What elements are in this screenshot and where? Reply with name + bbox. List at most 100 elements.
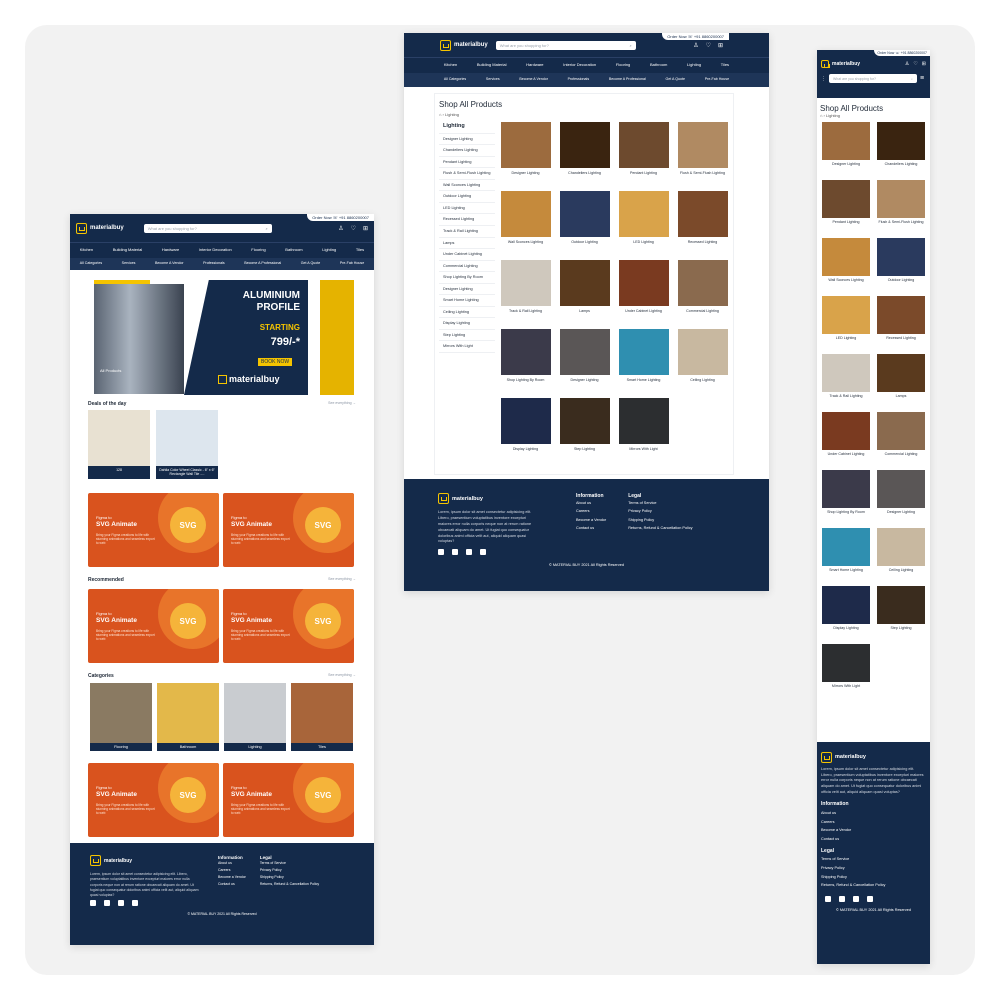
subnav-item-6[interactable]: Pre-Fab House — [340, 261, 364, 266]
mobile-product-card[interactable]: Pendant Lighting — [822, 180, 870, 232]
info-link-3[interactable]: Contact us — [821, 835, 926, 844]
product-card[interactable]: Chandeliers Lighting — [558, 122, 611, 185]
info-link-0[interactable]: About us — [821, 809, 926, 818]
product-card[interactable]: Step Lighting — [558, 398, 611, 461]
sidebar-item-11[interactable]: Commercial Lighting — [439, 261, 495, 273]
product-card[interactable]: Pendant Lighting — [617, 122, 670, 185]
sidebar-item-7[interactable]: Recessed Lighting — [439, 214, 495, 226]
promo-banner[interactable]: SVG Figma to SVG Animate Bring your Figma c… — [223, 589, 354, 663]
subnav-item-2[interactable]: Become A Vendor — [155, 261, 184, 266]
legal-link-1[interactable]: Privacy Policy — [628, 507, 692, 515]
sidebar-item-2[interactable]: Pendant Lighting — [439, 157, 495, 169]
legal-link-1[interactable]: Privacy Policy — [821, 864, 926, 873]
subnav-item-5[interactable]: Get A Quote — [301, 261, 321, 266]
shop-subnav-item-4[interactable]: Become A Professional — [609, 77, 646, 82]
deal-card[interactable]: 128 — [88, 410, 150, 479]
shop-twitter-icon[interactable] — [466, 549, 472, 556]
legal-link-3[interactable]: Returns, Refund & Cancellation Policy — [260, 881, 319, 888]
nav-item-7[interactable]: Tiles — [356, 247, 364, 252]
shop-nav-item-4[interactable]: Flooring — [616, 62, 630, 67]
nav-item-0[interactable]: Kitchen — [80, 247, 93, 252]
mobile-product-card[interactable]: Smart Home Lighting — [822, 528, 870, 580]
promo-banner[interactable]: SVG Figma to SVG Animate Bring your Figma c… — [88, 589, 219, 663]
legal-link-0[interactable]: Terms of Service — [628, 499, 692, 507]
product-card[interactable]: Under Cabinet Lighting — [617, 260, 670, 323]
sidebar-item-12[interactable]: Shop Lighting By Room — [439, 272, 495, 284]
sidebar-item-5[interactable]: Outdoor Lighting — [439, 191, 495, 203]
info-link-2[interactable]: Become a Vendor — [218, 874, 246, 881]
info-link-2[interactable]: Become a Vendor — [821, 826, 926, 835]
info-link-1[interactable]: Careers — [576, 507, 606, 515]
mobile-heart-icon[interactable]: ♡ — [913, 61, 917, 67]
mobile-logo[interactable]: materialbuy — [821, 60, 860, 68]
product-card[interactable]: Flush & Semi-Flush Lighting — [676, 122, 729, 185]
mobile-search-input[interactable]: What are you shopping for? ⌕ — [829, 74, 917, 83]
product-card[interactable]: Display Lighting — [499, 398, 552, 461]
sidebar-item-4[interactable]: Wall Sconces Lighting — [439, 180, 495, 192]
shop-nav-item-3[interactable]: Interior Decoration — [563, 62, 596, 67]
sidebar-item-18[interactable]: Mirrors With Light — [439, 341, 495, 353]
shop-nav-item-1[interactable]: Building Material — [477, 62, 507, 67]
mobile-product-card[interactable]: Step Lighting — [877, 586, 925, 638]
footer-logo[interactable]: materialbuy — [90, 855, 200, 866]
mobile-product-card[interactable]: Track & Rail Lighting — [822, 354, 870, 406]
subnav-item-4[interactable]: Become A Professional — [244, 261, 281, 266]
category-card[interactable]: Bathroom — [157, 683, 219, 751]
legal-link-1[interactable]: Privacy Policy — [260, 867, 319, 874]
search-icon[interactable]: ⌕ — [265, 226, 267, 231]
recommended-see-all-link[interactable]: See everything → — [328, 577, 356, 583]
sidebar-item-6[interactable]: LED Lighting — [439, 203, 495, 215]
user-icon[interactable]: ♙ — [338, 225, 343, 232]
mobile-product-card[interactable]: LED Lighting — [822, 296, 870, 348]
nav-item-6[interactable]: Lighting — [322, 247, 336, 252]
sidebar-item-9[interactable]: Lamps — [439, 238, 495, 250]
product-card[interactable]: Commercial Lighting — [676, 260, 729, 323]
legal-link-0[interactable]: Terms of Service — [260, 860, 319, 867]
mobile-product-card[interactable]: Flush & Semi-Flush Lighting — [877, 180, 925, 232]
sidebar-item-17[interactable]: Step Lighting — [439, 330, 495, 342]
mobile-product-card[interactable]: Ceiling Lighting — [877, 528, 925, 580]
sidebar-item-10[interactable]: Under Cabinet Lighting — [439, 249, 495, 261]
shop-instagram-icon[interactable] — [452, 549, 458, 556]
product-card[interactable]: Lamps — [558, 260, 611, 323]
product-card[interactable]: Designer Lighting — [558, 329, 611, 392]
legal-link-2[interactable]: Shipping Policy — [260, 874, 319, 881]
shop-nav-item-0[interactable]: Kitchen — [444, 62, 457, 67]
nav-item-5[interactable]: Bathroom — [285, 247, 302, 252]
sidebar-item-16[interactable]: Display Lighting — [439, 318, 495, 330]
shop-subnav-item-2[interactable]: Become A Vendor — [519, 77, 548, 82]
sidebar-item-15[interactable]: Ceiling Lighting — [439, 307, 495, 319]
nav-item-3[interactable]: Interior Decoration — [199, 247, 232, 252]
mobile-product-card[interactable]: Mirrors With Light — [822, 644, 870, 696]
legal-link-2[interactable]: Shipping Policy — [628, 516, 692, 524]
legal-link-3[interactable]: Returns, Refund & Cancellation Policy — [821, 881, 926, 890]
shop-subnav-item-1[interactable]: Services — [486, 77, 500, 82]
nav-item-2[interactable]: Hardware — [162, 247, 179, 252]
sidebar-item-0[interactable]: Designer Lighting — [439, 134, 495, 146]
promo-banner[interactable]: SVG Figma to SVG Animate Bring your Figma c… — [223, 763, 354, 837]
product-card[interactable]: Recessed Lighting — [676, 191, 729, 254]
search-input[interactable]: What are you shopping for? ⌕ — [143, 223, 272, 233]
mobile-footer-logo[interactable]: materialbuy — [821, 752, 926, 763]
categories-see-all-link[interactable]: See everything → — [328, 673, 356, 679]
mobile-product-card[interactable]: Designer Lighting — [822, 122, 870, 174]
shop-subnav-item-3[interactable]: Professionals — [568, 77, 590, 82]
category-card[interactable]: Lighting — [224, 683, 286, 751]
promo-banner[interactable]: SVG Figma to SVG Animate Bring your Figma c… — [223, 493, 354, 567]
shop-nav-item-6[interactable]: Lighting — [687, 62, 701, 67]
info-link-0[interactable]: About us — [218, 860, 246, 867]
mobile-linkedin-icon[interactable] — [867, 896, 873, 903]
shop-cart-icon[interactable]: ⊞ — [718, 42, 723, 49]
nav-item-4[interactable]: Flooring — [251, 247, 265, 252]
shop-nav-item-7[interactable]: Tiles — [721, 62, 729, 67]
deal-card[interactable]: Dahlia Color Wheel Classic - 6" x 6" Rec… — [156, 410, 218, 479]
product-card[interactable]: Shop Lighting By Room — [499, 329, 552, 392]
sidebar-item-1[interactable]: Chandeliers Lighting — [439, 145, 495, 157]
mobile-user-icon[interactable]: ♙ — [905, 61, 909, 67]
info-link-3[interactable]: Contact us — [218, 881, 246, 888]
product-card[interactable]: LED Lighting — [617, 191, 670, 254]
mobile-product-card[interactable]: Lamps — [877, 354, 925, 406]
promo-banner[interactable]: SVG Figma to SVG Animate Bring your Figma c… — [88, 763, 219, 837]
category-card[interactable]: Flooring — [90, 683, 152, 751]
heart-icon[interactable]: ♡ — [351, 225, 356, 232]
